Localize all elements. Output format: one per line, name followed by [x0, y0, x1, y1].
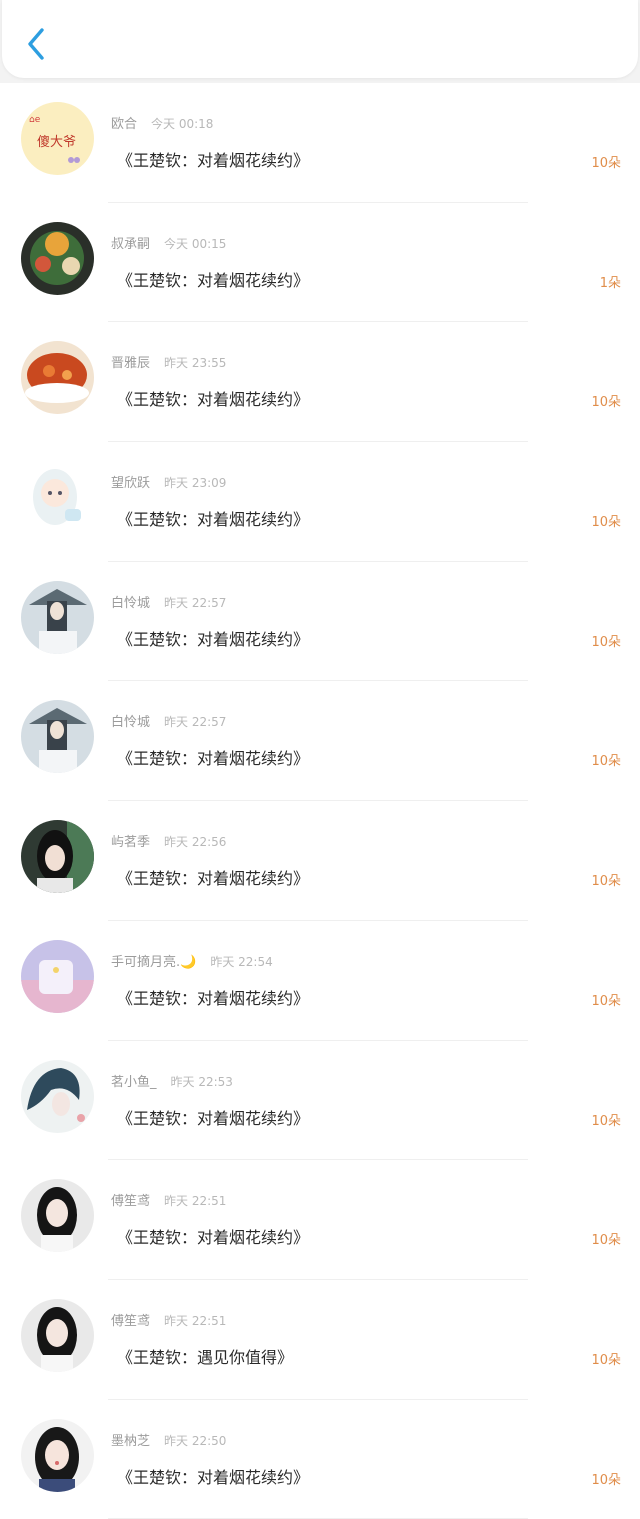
- list-item[interactable]: 屿茗季 昨天 22:56 《王楚钦：对着烟花续约》 10朵: [0, 801, 640, 921]
- timestamp: 昨天 22:53: [170, 1074, 233, 1089]
- work-title[interactable]: 《王楚钦：对着烟花续约》: [117, 267, 309, 291]
- work-title[interactable]: 《王楚钦：对着烟花续约》: [117, 1464, 309, 1488]
- user-name[interactable]: 叔承嗣: [111, 233, 150, 252]
- flower-count: 1朵: [599, 275, 621, 291]
- timestamp: 昨天 22:54: [210, 954, 273, 969]
- flower-count: 10朵: [591, 874, 621, 890]
- timestamp: 昨天 22:56: [164, 835, 227, 850]
- timestamp: 昨天 22:50: [164, 1433, 227, 1448]
- flower-count: 10朵: [591, 1352, 621, 1368]
- back-button[interactable]: [20, 24, 54, 64]
- avatar[interactable]: [21, 341, 94, 415]
- svg-text:傻大爷: 傻大爷: [37, 135, 76, 150]
- user-name[interactable]: 白怜城: [111, 592, 150, 611]
- timestamp: 今天 00:15: [164, 236, 227, 251]
- timestamp: 昨天 23:55: [164, 356, 227, 371]
- user-name[interactable]: 望欣跃: [111, 472, 150, 491]
- timestamp: 昨天 22:51: [164, 1313, 227, 1328]
- flower-count: 10朵: [591, 1233, 621, 1249]
- timestamp: 今天 00:18: [151, 117, 214, 131]
- work-title[interactable]: 《王楚钦：对着烟花续约》: [117, 985, 309, 1009]
- flower-count: 10朵: [591, 1113, 621, 1129]
- flower-count: 10朵: [591, 634, 621, 650]
- work-title[interactable]: 《王楚钦：对着烟花续约》: [117, 1224, 309, 1248]
- list-item[interactable]: 墨枘芝 昨天 22:50 《王楚钦：对着烟花续约》 10朵: [0, 1399, 640, 1519]
- user-name[interactable]: 手可摘月亮.🌙: [111, 951, 196, 970]
- avatar[interactable]: [21, 700, 94, 774]
- svg-text:⌂e: ⌂e: [29, 115, 41, 125]
- avatar[interactable]: [21, 1179, 94, 1253]
- flower-count: 10朵: [591, 1472, 621, 1488]
- list-item[interactable]: 手可摘月亮.🌙 昨天 22:54 《王楚钦：对着烟花续约》 10朵: [0, 920, 640, 1041]
- user-name[interactable]: 墨枘芝: [111, 1430, 150, 1449]
- top-bar: [2, 0, 638, 78]
- avatar[interactable]: [21, 1298, 94, 1372]
- list-item[interactable]: 白怜城 昨天 22:57 《王楚钦：对着烟花续约》 10朵: [0, 561, 640, 682]
- list-item[interactable]: 白怜城 昨天 22:57 《王楚钦：对着烟花续约》 10朵: [0, 681, 640, 802]
- avatar[interactable]: [21, 221, 94, 295]
- user-name[interactable]: 傅笙鸢: [111, 1190, 150, 1209]
- chevron-left-icon: [28, 28, 44, 60]
- flower-count: 10朵: [591, 515, 621, 531]
- list-item[interactable]: 傅笙鸢 昨天 22:51 《王楚钦：对着烟花续约》 10朵: [0, 1160, 640, 1280]
- work-title[interactable]: 《王楚钦：对着烟花续约》: [117, 147, 309, 171]
- work-title[interactable]: 《王楚钦：遇见你值得》: [117, 1344, 293, 1368]
- list-item[interactable]: ⌂e 傻大爷 欧合 今天 00:18 《王楚钦：对着烟花续约》 10朵: [0, 83, 640, 203]
- flower-count: 10朵: [591, 754, 621, 770]
- list-item[interactable]: 傅笙鸢 昨天 22:51 《王楚钦：遇见你值得》 10朵: [0, 1279, 640, 1400]
- timestamp: 昨天 22:57: [164, 715, 227, 730]
- timestamp: 昨天 22:57: [164, 595, 227, 610]
- list-item[interactable]: 茗小鱼_ 昨天 22:53 《王楚钦：对着烟花续约》 10朵: [0, 1040, 640, 1161]
- user-name[interactable]: 白怜城: [111, 711, 150, 730]
- avatar[interactable]: [21, 461, 94, 535]
- avatar[interactable]: [21, 939, 94, 1013]
- user-name[interactable]: 傅笙鸢: [111, 1310, 150, 1329]
- flower-count: 10朵: [591, 993, 621, 1009]
- work-title[interactable]: 《王楚钦：对着烟花续约》: [117, 626, 309, 650]
- flower-count: 10朵: [591, 395, 621, 411]
- work-title[interactable]: 《王楚钦：对着烟花续约》: [117, 865, 309, 889]
- flower-count: 10朵: [591, 156, 621, 171]
- user-name[interactable]: 欧合: [111, 113, 137, 132]
- avatar[interactable]: [21, 1418, 94, 1492]
- work-title[interactable]: 《王楚钦：对着烟花续约》: [117, 1105, 309, 1129]
- avatar[interactable]: ⌂e 傻大爷: [21, 102, 94, 175]
- timestamp: 昨天 22:51: [164, 1194, 227, 1209]
- work-title[interactable]: 《王楚钦：对着烟花续约》: [117, 506, 309, 530]
- list-item[interactable]: 望欣跃 昨天 23:09 《王楚钦：对着烟花续约》 10朵: [0, 442, 640, 562]
- work-title[interactable]: 《王楚钦：对着烟花续约》: [117, 745, 309, 769]
- list-item[interactable]: 晋雅辰 昨天 23:55 《王楚钦：对着烟花续约》 10朵: [0, 322, 640, 443]
- avatar[interactable]: [21, 580, 94, 654]
- user-name[interactable]: 晋雅辰: [111, 352, 150, 371]
- user-name[interactable]: 茗小鱼_: [111, 1071, 157, 1090]
- user-name[interactable]: 屿茗季: [111, 831, 150, 850]
- avatar[interactable]: [21, 820, 94, 894]
- gift-record-list: ⌂e 傻大爷 欧合 今天 00:18 《王楚钦：对着烟花续约》 10朵 叔承嗣 今天 …: [0, 83, 640, 1519]
- avatar[interactable]: [21, 1059, 94, 1133]
- work-title[interactable]: 《王楚钦：对着烟花续约》: [117, 386, 309, 410]
- timestamp: 昨天 23:09: [164, 476, 227, 491]
- list-item[interactable]: 叔承嗣 今天 00:15 《王楚钦：对着烟花续约》 1朵: [0, 202, 640, 323]
